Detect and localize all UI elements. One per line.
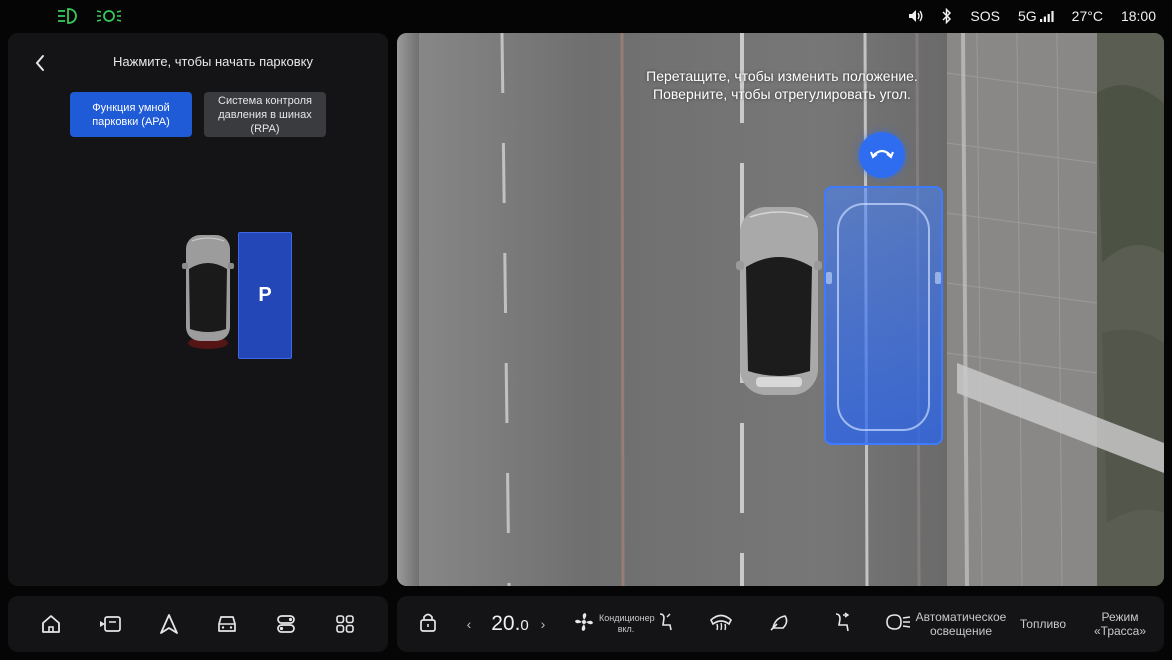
target-car-outline (826, 203, 941, 431)
ego-car (736, 205, 822, 402)
home-icon[interactable] (35, 608, 67, 640)
temp-down-button[interactable]: ‹ (459, 596, 479, 652)
apps-icon[interactable] (329, 608, 361, 640)
drive-mode-label: Режим «Трасса» (1093, 610, 1147, 638)
status-right: SOS 5G 27°C 18:00 (908, 0, 1156, 32)
panel-title: Нажмите, чтобы начать парковку (113, 54, 313, 69)
mode-rpa-button[interactable]: Система контроля давления в шинах (RPA) (204, 92, 326, 137)
outside-temperature: 27°C (1071, 8, 1103, 24)
chevron-left-icon (34, 54, 46, 77)
auto-light-icon (883, 612, 911, 637)
seat-adjust-icon (830, 611, 852, 638)
temperature-setting: 20.0 (481, 596, 539, 652)
seat-adjust-button[interactable] (821, 596, 861, 652)
control-icon[interactable] (270, 608, 302, 640)
parking-light-icon (96, 6, 122, 31)
temp-up-button[interactable]: › (533, 596, 553, 652)
temp-main: 20. (491, 612, 521, 635)
signal-icon (1039, 10, 1054, 22)
chevron-left-icon: ‹ (466, 616, 472, 632)
media-icon[interactable] (94, 608, 126, 640)
status-indicators (56, 6, 122, 31)
back-button[interactable] (28, 53, 52, 77)
bluetooth-icon[interactable] (942, 8, 952, 24)
mode-apa-button[interactable]: Функция умной парковки (APA) (70, 92, 192, 137)
clock: 18:00 (1120, 8, 1156, 24)
car-icon[interactable] (211, 608, 243, 640)
parking-slot[interactable]: P (238, 232, 292, 359)
dock-climate: ‹ 20.0 › Кондиционер вкл. Автоматическое… (397, 596, 1164, 652)
headlight-icon (56, 6, 78, 31)
parking-slot-label: P (258, 284, 272, 306)
temp-decimal: 0 (520, 617, 529, 634)
rotate-button[interactable] (859, 132, 905, 178)
status-bar: SOS 5G 27°C 18:00 (0, 0, 1172, 32)
camera-view[interactable]: Перетащите, чтобы изменить положение. По… (397, 33, 1164, 586)
fuel-button[interactable]: Топливо (1011, 596, 1075, 652)
auto-light-label: Автоматическое освещение (915, 610, 1007, 638)
mini-car-icon (180, 229, 236, 356)
network-label: 5G (1017, 8, 1037, 24)
lock-icon (419, 611, 437, 638)
temp-value: 20.0 (491, 612, 529, 636)
mirror-adjust-button[interactable] (761, 596, 801, 652)
camera-hint-line-1: Перетащите, чтобы изменить положение. (646, 68, 918, 84)
auto-lighting-button[interactable]: Автоматическое освещение (881, 596, 1009, 652)
mode-rpa-label: Система контроля давления в шинах (RPA) (218, 94, 312, 135)
parking-screen: SOS 5G 27°C 18:00 Нажмите, чтобы начать … (0, 0, 1172, 660)
fan-icon (573, 611, 595, 638)
ac-button[interactable]: Кондиционер вкл. (569, 596, 677, 652)
ac-label: Кондиционер вкл. (599, 613, 655, 634)
mode-apa-label: Функция умной парковки (APA) (92, 101, 170, 128)
parking-target-box[interactable] (824, 186, 943, 445)
navigation-icon[interactable] (153, 608, 185, 640)
drive-mode-button[interactable]: Режим «Трасса» (1083, 596, 1157, 652)
chevron-right-icon: › (540, 616, 546, 632)
front-defrost-button[interactable] (701, 596, 741, 652)
camera-hint: Перетащите, чтобы изменить положение. По… (577, 67, 987, 103)
parking-panel: Нажмите, чтобы начать парковку Функция у… (8, 33, 388, 586)
lock-button[interactable] (411, 596, 445, 652)
mirror-icon (769, 612, 793, 637)
camera-hint-line-2: Поверните, чтобы отрегулировать угол. (653, 86, 911, 102)
rotate-icon (870, 146, 894, 165)
sos-label[interactable]: SOS (970, 8, 1000, 24)
seat-icon (655, 612, 673, 637)
defrost-icon (709, 612, 733, 637)
dock-apps (8, 596, 388, 652)
fuel-label: Топливо (1019, 617, 1067, 631)
network-indicator: 5G (1018, 8, 1054, 24)
volume-icon[interactable] (908, 9, 924, 23)
